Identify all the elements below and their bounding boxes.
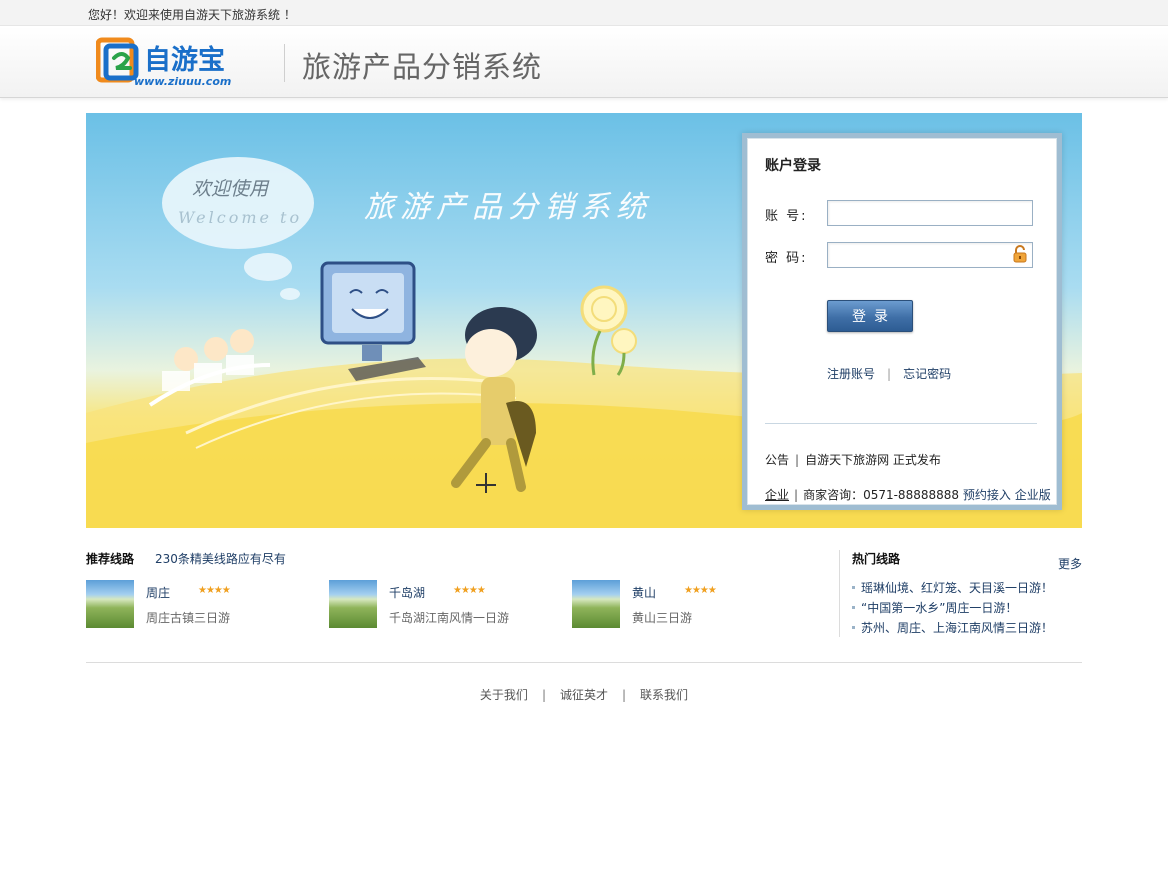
route-thumbnail[interactable] xyxy=(572,580,620,628)
system-title: 旅游产品分销系统 xyxy=(302,50,543,84)
login-panel: 账户登录 账 号: 密 码: 登录 注册账号 | 忘记密码 公告 | 自游天下旅游网 正… xyxy=(742,133,1062,510)
account-input[interactable] xyxy=(827,200,1033,226)
hot-routes-title: 热门线路 xyxy=(852,552,901,566)
rating-stars-icon: ★★★★ xyxy=(198,585,231,596)
bullet-icon xyxy=(852,625,855,629)
notice-separator: | xyxy=(795,453,800,467)
bubble-cn-text: 欢迎使用 xyxy=(192,178,270,200)
logo-text: 自游宝 xyxy=(144,44,225,76)
enterprise-separator: | xyxy=(794,488,799,502)
lock-icon xyxy=(1013,245,1027,263)
register-link[interactable]: 注册账号 xyxy=(827,367,875,381)
hot-routes-list: 瑶琳仙境、红灯笼、天目溪一日游！ “中国第一水乡”周庄一日游！ 苏州、周庄、上海… xyxy=(852,579,1053,639)
route-description[interactable]: 千岛湖江南风情一日游 xyxy=(389,609,509,626)
route-card[interactable]: 周庄 ★★★★ 周庄古镇三日游 xyxy=(86,580,316,630)
hot-route-text[interactable]: “中国第一水乡”周庄一日游！ xyxy=(861,601,1017,615)
top-welcome-bar: 您好！欢迎来使用自游天下旅游系统 ！ xyxy=(0,0,1168,26)
recommended-subtitle[interactable]: 230条精美线路应有尽有 xyxy=(155,550,286,567)
notice-text[interactable]: 自游天下旅游网 正式发布 xyxy=(805,453,941,467)
banner-headline: 旅游产品分销系统 xyxy=(364,190,652,225)
password-input[interactable] xyxy=(827,242,1033,268)
footer-separator: | xyxy=(541,688,546,702)
route-thumbnail[interactable] xyxy=(329,580,377,628)
enterprise-label[interactable]: 企业 xyxy=(765,488,789,502)
route-thumbnail[interactable] xyxy=(86,580,134,628)
contact-link[interactable]: 联系我们 xyxy=(640,688,688,702)
footer-separator: | xyxy=(622,688,627,702)
footer-links: 关于我们 | 诚征英才 | 联系我们 xyxy=(0,686,1168,703)
login-divider xyxy=(765,423,1037,424)
route-card[interactable]: 千岛湖 ★★★★ 千岛湖江南风情一日游 xyxy=(329,580,559,630)
about-link[interactable]: 关于我们 xyxy=(480,688,528,702)
password-label: 密 码: xyxy=(765,251,808,266)
recommended-title: 推荐线路 xyxy=(86,552,135,566)
route-description[interactable]: 黄山三日游 xyxy=(632,609,692,626)
link-separator: | xyxy=(887,367,892,381)
logo-mark-icon: 自游宝 www.ziuuu.com xyxy=(95,37,231,88)
jobs-link[interactable]: 诚征英才 xyxy=(560,688,608,702)
thought-bubble-icon xyxy=(162,157,314,249)
merchant-consult-text: 商家咨询：0571-88888888 xyxy=(803,488,960,502)
route-card[interactable]: 黄山 ★★★★ 黄山三日游 xyxy=(572,580,802,630)
enterprise-edition-link[interactable]: 企业版 xyxy=(1015,488,1051,502)
login-links: 注册账号 | 忘记密码 xyxy=(827,365,951,382)
header-divider xyxy=(284,44,285,82)
login-title: 账户登录 xyxy=(765,158,821,174)
list-item[interactable]: “中国第一水乡”周庄一日游！ xyxy=(852,599,1053,619)
rating-stars-icon: ★★★★ xyxy=(453,585,486,596)
route-description[interactable]: 周庄古镇三日游 xyxy=(146,609,230,626)
site-header: 自游宝 www.ziuuu.com 旅游产品分销系统 xyxy=(0,26,1168,98)
bubble-en-text: Welcome to xyxy=(178,208,302,227)
site-logo[interactable]: 自游宝 www.ziuuu.com xyxy=(95,36,266,88)
bullet-icon xyxy=(852,585,855,589)
bullet-icon xyxy=(852,605,855,609)
list-item[interactable]: 瑶琳仙境、红灯笼、天目溪一日游！ xyxy=(852,579,1053,599)
welcome-text: 您好！欢迎来使用自游天下旅游系统 ！ xyxy=(88,8,296,22)
hot-route-text[interactable]: 苏州、周庄、上海江南风情三日游！ xyxy=(861,621,1053,635)
hot-route-text[interactable]: 瑶琳仙境、红灯笼、天目溪一日游！ xyxy=(861,581,1053,595)
route-name[interactable]: 黄山 xyxy=(632,584,656,601)
footer-divider xyxy=(86,662,1082,663)
list-item[interactable]: 苏州、周庄、上海江南风情三日游！ xyxy=(852,619,1053,639)
flower-icon xyxy=(580,285,637,376)
notice-row: 公告 | 自游天下旅游网 正式发布 xyxy=(765,451,941,468)
booking-access-link[interactable]: 预约接入 xyxy=(963,488,1011,502)
login-box: 账户登录 账 号: 密 码: 登录 注册账号 | 忘记密码 公告 | 自游天下旅游网 正… xyxy=(747,138,1057,505)
login-button[interactable]: 登录 xyxy=(827,300,913,332)
route-name[interactable]: 周庄 xyxy=(146,584,170,601)
enterprise-row: 企业 | 商家咨询：0571-88888888 预约接入 企业版 xyxy=(765,486,1051,503)
forgot-password-link[interactable]: 忘记密码 xyxy=(903,367,951,381)
rating-stars-icon: ★★★★ xyxy=(684,585,717,596)
route-name[interactable]: 千岛湖 xyxy=(389,584,425,601)
notice-label: 公告 xyxy=(765,453,790,467)
account-label: 账 号: xyxy=(765,209,808,224)
more-link[interactable]: 更多 xyxy=(1058,555,1082,572)
section-divider xyxy=(839,550,840,637)
logo-url-text: www.ziuuu.com xyxy=(134,75,231,88)
